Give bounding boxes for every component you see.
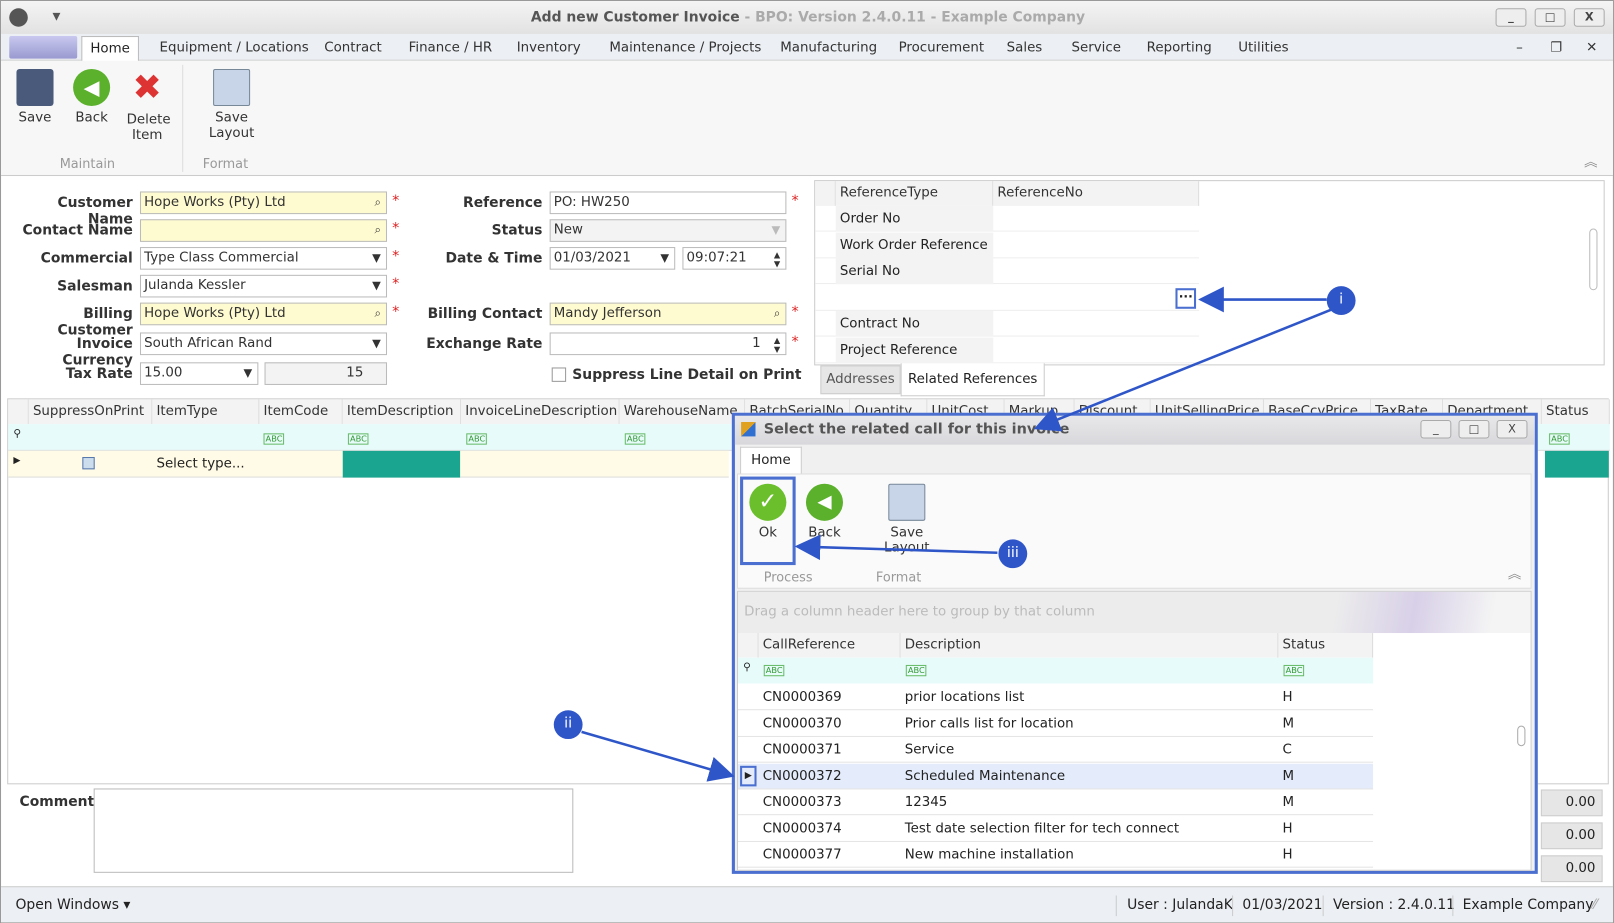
status-user: User : JulandaK bbox=[1127, 896, 1233, 913]
divider bbox=[1322, 895, 1324, 917]
annotation-marker-ii: ii bbox=[553, 710, 583, 740]
divider bbox=[1115, 895, 1117, 917]
divider bbox=[1232, 895, 1234, 917]
filter-abc-icon: ABC bbox=[347, 433, 369, 445]
status-version: Version : 2.4.0.11 bbox=[1332, 896, 1456, 913]
status-date: 01/03/2021 bbox=[1242, 896, 1323, 913]
filter-abc-icon: ABC bbox=[466, 433, 488, 445]
filter-abc-icon: ABC bbox=[1549, 433, 1571, 445]
annotation-marker-iii: iii bbox=[998, 539, 1028, 569]
filter-abc-icon: ABC bbox=[624, 433, 646, 445]
arrow-ii-to-row bbox=[581, 730, 735, 782]
arrow-i-to-dialog bbox=[1033, 308, 1332, 432]
status-company: Example Company bbox=[1462, 896, 1594, 913]
status-bar: Open Windows ▾ User : JulandaK 01/03/202… bbox=[1, 886, 1613, 923]
divider bbox=[1452, 895, 1454, 917]
filter-abc-icon: ABC bbox=[263, 433, 285, 445]
resize-grip-icon[interactable]: ⁄⁄ bbox=[1592, 887, 1597, 922]
application-window: ▼ Add new Customer Invoice - BPO: Versio… bbox=[0, 0, 1614, 923]
arrow-iii-to-ok bbox=[794, 534, 998, 561]
annotation-arrows bbox=[581, 286, 1332, 782]
open-windows-menu[interactable]: Open Windows ▾ bbox=[15, 887, 130, 922]
annotation-marker-i: i bbox=[1326, 286, 1356, 315]
